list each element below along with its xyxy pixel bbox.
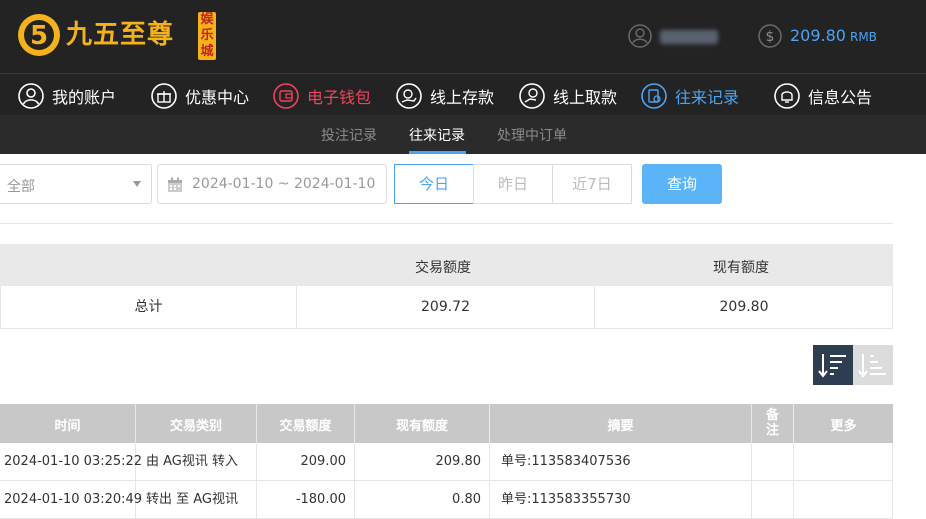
row-remark <box>752 481 794 518</box>
search-button[interactable]: 查询 <box>642 164 722 204</box>
row-time: 2024-01-10 03:25:22 <box>0 443 142 480</box>
select-value: 全部 <box>7 179 35 195</box>
sort-descending-button[interactable] <box>813 345 853 385</box>
summary-total-amount: 209.72 <box>297 286 595 328</box>
logo-text: 九五至尊 <box>66 20 175 50</box>
tab-bet-records[interactable]: 投注记录 <box>321 125 377 145</box>
tab-pending-orders[interactable]: 处理中订单 <box>497 125 567 145</box>
summary-header-balance: 现有额度 <box>713 260 769 276</box>
svg-text:$: $ <box>766 29 775 45</box>
wallet-icon <box>273 83 299 109</box>
row-summary: 单号:113583407536 <box>490 443 752 480</box>
transaction-type-select[interactable]: 全部 <box>0 164 152 204</box>
summary-total-balance: 209.80 <box>719 299 769 315</box>
column-header-summary[interactable]: 摘要 <box>490 404 752 443</box>
nav-online-withdraw[interactable]: 线上取款 <box>519 82 617 110</box>
summary-header: 交易额度 现有额度 <box>0 244 893 286</box>
nav-online-deposit[interactable]: 线上存款 <box>396 82 494 110</box>
row-balance: 209.80 <box>355 443 490 480</box>
row-type: 由 AG视讯 转入 <box>136 443 257 480</box>
summary-total-label: 总计 <box>1 286 297 328</box>
column-header-more[interactable]: 更多 <box>794 404 893 443</box>
nav-my-account[interactable]: 我的账户 <box>18 82 116 110</box>
date-range-input[interactable]: 2024-01-10 ~ 2024-01-10 <box>157 164 387 204</box>
row-summary: 单号:113583355730 <box>490 481 752 518</box>
row-time: 2024-01-10 03:20:49 <box>0 481 142 518</box>
sort-asc-icon <box>858 354 886 378</box>
today-button[interactable]: 今日 <box>394 164 474 204</box>
calendar-icon <box>168 177 182 192</box>
row-amount: 209.00 <box>257 443 355 480</box>
deposit-icon <box>396 83 422 109</box>
sort-desc-icon <box>818 354 846 378</box>
main-nav: 我的账户 优惠中心 电子钱包 线上存款 线上取款 往来记录 信息公告 <box>0 73 926 115</box>
nav-e-wallet[interactable]: 电子钱包 <box>273 82 371 110</box>
column-header-balance[interactable]: 现有额度 <box>355 404 490 443</box>
last-7-days-button[interactable]: 近7日 <box>552 164 632 204</box>
account-balance: 209.80 RMB <box>790 26 877 45</box>
table-row: 2024-01-10 03:20:49 转出 至 AG视讯 -180.00 0.… <box>0 481 893 519</box>
column-header-amount[interactable]: 交易额度 <box>257 404 355 443</box>
divider <box>0 223 893 224</box>
summary-row: 总计 209.72 209.80 <box>0 286 893 329</box>
date-range-value: 2024-01-10 ~ 2024-01-10 <box>192 176 376 192</box>
svg-text:5: 5 <box>30 21 48 51</box>
user-icon <box>18 83 44 109</box>
bell-icon <box>774 83 800 109</box>
row-amount: -180.00 <box>257 481 355 518</box>
yesterday-button[interactable]: 昨日 <box>473 164 553 204</box>
row-more[interactable] <box>794 481 893 518</box>
tab-transaction-records[interactable]: 往来记录 <box>409 125 465 145</box>
nav-promotions[interactable]: 优惠中心 <box>151 82 249 110</box>
table-row: 2024-01-10 03:25:22 由 AG视讯 转入 209.00 209… <box>0 443 893 481</box>
nav-announcements[interactable]: 信息公告 <box>774 82 872 110</box>
sort-ascending-button[interactable] <box>853 345 893 385</box>
logo-five-icon: 5 <box>18 14 60 56</box>
masked-username <box>660 30 718 44</box>
chevron-down-icon <box>133 181 141 187</box>
records-icon <box>641 83 667 109</box>
summary-header-amount: 交易额度 <box>415 260 471 276</box>
withdraw-icon <box>519 83 545 109</box>
column-header-type[interactable]: 交易类别 <box>136 404 257 443</box>
row-remark <box>752 443 794 480</box>
brand-logo[interactable]: 5 九五至尊 娱 乐 城 <box>16 10 216 64</box>
gift-icon <box>151 83 177 109</box>
row-more[interactable] <box>794 443 893 480</box>
column-header-remark[interactable]: 备注 <box>752 404 794 443</box>
logo-badge: 娱 乐 城 <box>198 12 216 60</box>
sub-nav: 投注记录 往来记录 处理中订单 <box>0 115 926 154</box>
dollar-coin-icon: $ <box>758 24 782 48</box>
active-tab-underline <box>409 151 466 154</box>
top-header: 5 九五至尊 娱 乐 城 $ 209.80 RMB <box>0 0 926 73</box>
row-balance: 0.80 <box>355 481 490 518</box>
nav-transaction-records[interactable]: 往来记录 <box>641 82 739 110</box>
user-avatar-icon[interactable] <box>628 24 652 48</box>
sort-controls <box>813 345 893 385</box>
row-type: 转出 至 AG视讯 <box>136 481 257 518</box>
column-header-time[interactable]: 时间 <box>0 404 136 443</box>
